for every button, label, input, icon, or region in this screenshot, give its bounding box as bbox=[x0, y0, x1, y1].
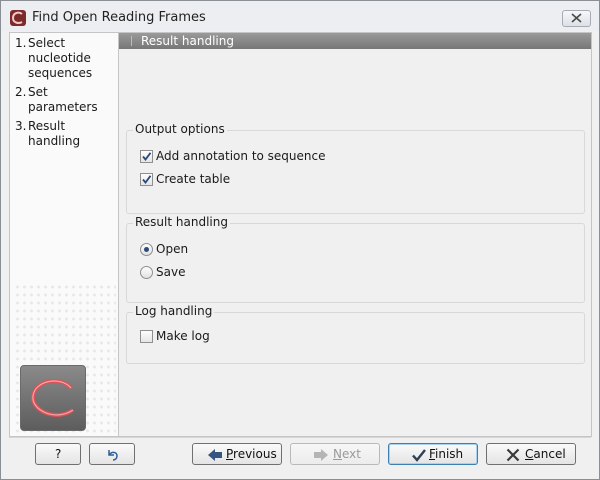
checkmark-icon bbox=[412, 449, 426, 462]
section-header-title: Result handling bbox=[141, 34, 234, 48]
step-label: Select nucleotide sequences bbox=[28, 36, 93, 80]
dialog-window: Find Open Reading Frames 1. Select nucle… bbox=[0, 0, 600, 480]
cancel-button[interactable]: Cancel bbox=[486, 443, 576, 465]
radio-label: Open bbox=[156, 242, 189, 256]
header-divider-icon bbox=[121, 36, 132, 46]
checkbox-box[interactable] bbox=[140, 173, 153, 186]
next-label: ext bbox=[341, 447, 361, 461]
window-title: Find Open Reading Frames bbox=[32, 10, 206, 25]
radio-selected-dot-icon bbox=[144, 247, 149, 252]
next-mnemonic: N bbox=[333, 447, 342, 461]
title-bar[interactable]: Find Open Reading Frames bbox=[1, 1, 599, 31]
previous-mnemonic: P bbox=[226, 447, 234, 461]
checkbox-box[interactable] bbox=[140, 330, 153, 343]
finish-label: inish bbox=[435, 447, 464, 461]
footer-separator bbox=[9, 437, 591, 438]
radio-label: Save bbox=[156, 265, 186, 279]
help-button[interactable]: ? bbox=[35, 443, 81, 465]
wizard-steps-panel: 1. Select nucleotide sequences 2. Set pa… bbox=[9, 32, 119, 437]
step-number: 3. bbox=[15, 119, 27, 133]
checkmark-icon bbox=[142, 175, 152, 184]
previous-label: revious bbox=[233, 447, 277, 461]
log-handling-group: Log handling Make log bbox=[126, 303, 585, 364]
next-button[interactable]: Next bbox=[290, 443, 380, 465]
result-handling-group: Result handling Open Save bbox=[126, 214, 585, 303]
step-item-current: 3. Result handling bbox=[15, 119, 118, 149]
cancel-label: ancel bbox=[533, 447, 566, 461]
step-number: 2. bbox=[15, 85, 27, 99]
app-logo-icon bbox=[10, 10, 26, 26]
step-label: Set parameters bbox=[28, 85, 98, 114]
arrow-right-icon bbox=[314, 449, 328, 461]
reset-button[interactable] bbox=[89, 443, 135, 465]
close-icon bbox=[571, 13, 582, 23]
close-button[interactable] bbox=[562, 10, 591, 27]
undo-arrow-icon bbox=[108, 450, 118, 461]
step-item: 2. Set parameters bbox=[15, 85, 118, 115]
checkbox-label: Make log bbox=[156, 329, 210, 343]
step-number: 1. bbox=[15, 36, 27, 50]
help-button-label: ? bbox=[55, 447, 62, 461]
brand-logo-icon bbox=[20, 365, 86, 431]
checkmark-icon bbox=[142, 152, 152, 161]
checkbox-label: Add annotation to sequence bbox=[156, 149, 326, 163]
group-title: Log handling bbox=[133, 303, 215, 319]
checkbox-box[interactable] bbox=[140, 150, 153, 163]
output-options-group: Output options Add annotation to sequenc… bbox=[126, 121, 585, 214]
finish-button[interactable]: Finish bbox=[388, 443, 478, 465]
group-title: Result handling bbox=[133, 214, 230, 230]
step-label: Result handling bbox=[28, 119, 81, 148]
step-item: 1. Select nucleotide sequences bbox=[15, 36, 118, 81]
group-title: Output options bbox=[133, 121, 227, 137]
checkbox-label: Create table bbox=[156, 172, 231, 186]
radio-button[interactable] bbox=[140, 243, 153, 256]
arrow-left-icon bbox=[208, 449, 222, 461]
cancel-x-icon bbox=[506, 448, 520, 462]
content-panel: Result handling Output options Add annot… bbox=[118, 32, 592, 437]
previous-button[interactable]: Previous bbox=[192, 443, 282, 465]
section-header: Result handling bbox=[119, 33, 591, 49]
radio-button[interactable] bbox=[140, 266, 153, 279]
